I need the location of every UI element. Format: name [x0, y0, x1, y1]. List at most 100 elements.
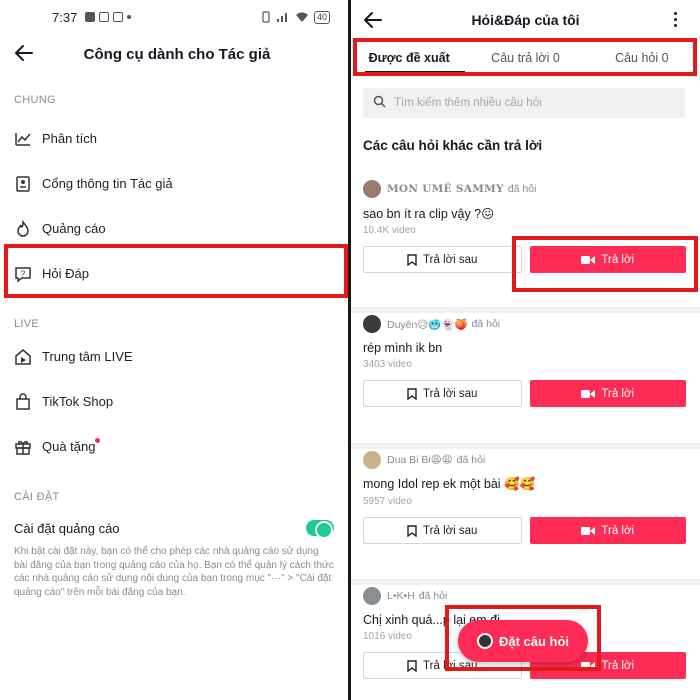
author-name: Duyên😥🥶👻🍑	[387, 318, 468, 331]
bookmark-icon	[407, 524, 417, 537]
answer-later-label: Trả lời sau	[423, 253, 478, 266]
shopping-bag-icon	[14, 392, 32, 411]
menu-item-label: Phân tích	[42, 131, 97, 146]
question-card: Duyên😥🥶👻🍑 đã hỏi rép mình ik bn 3403 vid…	[351, 313, 700, 449]
more-options-icon[interactable]	[674, 12, 678, 28]
svg-text:?: ?	[21, 269, 26, 278]
menu-item-label: TikTok Shop	[42, 394, 114, 409]
menu-item-live-center[interactable]: Trung tâm LIVE	[0, 334, 348, 379]
bookmark-icon	[407, 253, 417, 266]
menu-item-label: Quà tặng	[42, 439, 96, 454]
menu-item-creator-portal[interactable]: Cổng thông tin Tác giả	[0, 161, 348, 206]
back-arrow-icon[interactable]	[361, 7, 387, 33]
battery-indicator: 40	[313, 10, 330, 24]
asked-label: đã hỏi	[471, 318, 501, 330]
menu-item-tiktok-shop[interactable]: TikTok Shop	[0, 379, 348, 424]
author-name: L•K•H	[387, 590, 415, 602]
search-placeholder: Tìm kiếm thêm nhiều câu hỏi	[394, 97, 542, 109]
question-card: MON UMÊ SAMMY đã hỏi sao bn ít ra clip v…	[351, 178, 700, 313]
vibrate-icon	[262, 11, 270, 23]
avatar	[363, 587, 381, 605]
answer-later-button[interactable]: Trả lời sau	[363, 246, 522, 273]
header: Công cụ dành cho Tác giả	[0, 34, 348, 74]
question-author: MON UMÊ SAMMY đã hỏi	[351, 178, 700, 200]
ask-question-label: Đặt câu hỏi	[498, 633, 570, 649]
reply-button[interactable]: Trả lời	[529, 517, 686, 544]
menu-item-promote[interactable]: Quảng cáo	[0, 206, 348, 251]
answer-later-label: Trả lời sau	[423, 524, 478, 537]
video-camera-icon	[581, 255, 596, 265]
menu-item-label: Trung tâm LIVE	[42, 349, 133, 364]
section-label-general: CHUNG	[14, 94, 56, 106]
video-count: 10.4K video	[363, 225, 416, 236]
ask-question-button[interactable]: Đặt câu hỏi	[458, 620, 588, 662]
header: Hỏi&Đáp của tôi	[351, 0, 700, 40]
section-label-settings: CÀI ĐẶT	[14, 491, 60, 503]
ad-setting-description: Khi bật cài đặt này, bạn có thể cho phép…	[14, 546, 334, 598]
notification-icons	[85, 12, 132, 22]
menu-item-label: Quảng cáo	[42, 221, 106, 236]
wifi-icon	[295, 12, 308, 22]
menu-item-qa[interactable]: ? Hỏi Đáp	[0, 251, 348, 296]
book-icon	[14, 175, 32, 193]
status-bar: 7:37 40	[0, 0, 348, 34]
avatar	[476, 633, 493, 649]
analytics-icon	[14, 130, 32, 148]
reply-label: Trả lời	[601, 659, 635, 672]
notification-dot	[95, 438, 100, 443]
bookmark-icon	[407, 659, 417, 672]
tab-questions[interactable]: Câu hỏi 0	[584, 40, 700, 76]
author-name: Dua Bi Bi😩😩	[387, 454, 453, 466]
video-camera-icon	[581, 661, 596, 671]
menu-item-gifts[interactable]: Quà tặng	[0, 424, 348, 469]
ad-setting-label: Cài đặt quảng cáo	[14, 520, 120, 536]
tab-recommended[interactable]: Được đề xuất	[351, 40, 467, 76]
reply-button[interactable]: Trả lời	[529, 246, 686, 273]
question-author: Dua Bi Bi😩😩 đã hỏi	[351, 449, 700, 471]
ad-setting-toggle[interactable]	[306, 520, 334, 539]
avatar	[363, 180, 381, 198]
question-card: Dua Bi Bi😩😩 đã hỏi mong Idol rep ek một …	[351, 449, 700, 585]
back-arrow-icon[interactable]	[12, 40, 38, 66]
reply-label: Trả lời	[601, 524, 635, 537]
video-count: 5957 video	[363, 496, 412, 507]
flame-icon	[14, 219, 32, 238]
menu-item-analytics[interactable]: Phân tích	[0, 116, 348, 161]
system-icons: 40	[261, 10, 330, 24]
video-camera-icon	[581, 526, 596, 536]
video-camera-icon	[581, 389, 596, 399]
menu-item-label: Hỏi Đáp	[42, 266, 89, 281]
section-title: Các câu hỏi khác cần trả lời	[363, 138, 543, 153]
creator-tools-screen: 7:37 40 Công cụ dành cho Tác giả CHUNG P…	[0, 0, 348, 700]
question-text: mong Idol rep ek một bài 🥰🥰	[363, 477, 536, 491]
gift-icon	[14, 438, 32, 456]
signal-icon	[276, 13, 287, 22]
tab-bar: Được đề xuất Câu trả lời 0 Câu hỏi 0	[351, 40, 700, 76]
page-title: Công cụ dành cho Tác giả	[83, 45, 271, 63]
search-icon	[373, 95, 386, 111]
answer-later-label: Trả lời sau	[423, 387, 478, 400]
question-bubble-icon: ?	[14, 265, 32, 283]
question-text: sao bn ít ra clip vậy ?😖	[363, 207, 495, 221]
asked-label: đã hỏi	[418, 590, 448, 602]
asked-label: đã hỏi	[456, 454, 486, 466]
reply-label: Trả lời	[601, 387, 635, 400]
my-qa-screen: Hỏi&Đáp của tôi Được đề xuất Câu trả lời…	[351, 0, 700, 700]
search-input[interactable]: Tìm kiếm thêm nhiều câu hỏi	[363, 88, 685, 118]
asked-label: đã hỏi	[507, 183, 537, 195]
answer-later-button[interactable]: Trả lời sau	[363, 380, 522, 407]
tab-answers[interactable]: Câu trả lời 0	[467, 40, 583, 76]
reply-label: Trả lời	[601, 253, 635, 266]
avatar	[363, 451, 381, 469]
avatar	[363, 315, 381, 333]
answer-later-label: Trả lời sau	[423, 659, 478, 672]
house-icon	[14, 348, 32, 366]
question-author: Duyên😥🥶👻🍑 đã hỏi	[351, 313, 700, 335]
video-count: 3403 video	[363, 359, 412, 370]
author-name: MON UMÊ SAMMY	[387, 183, 504, 195]
reply-button[interactable]: Trả lời	[529, 380, 686, 407]
answer-later-button[interactable]: Trả lời sau	[363, 517, 522, 544]
question-author: L•K•H đã hỏi	[351, 585, 700, 607]
page-title: Hỏi&Đáp của tôi	[471, 12, 580, 28]
menu-item-label: Cổng thông tin Tác giả	[42, 176, 173, 191]
